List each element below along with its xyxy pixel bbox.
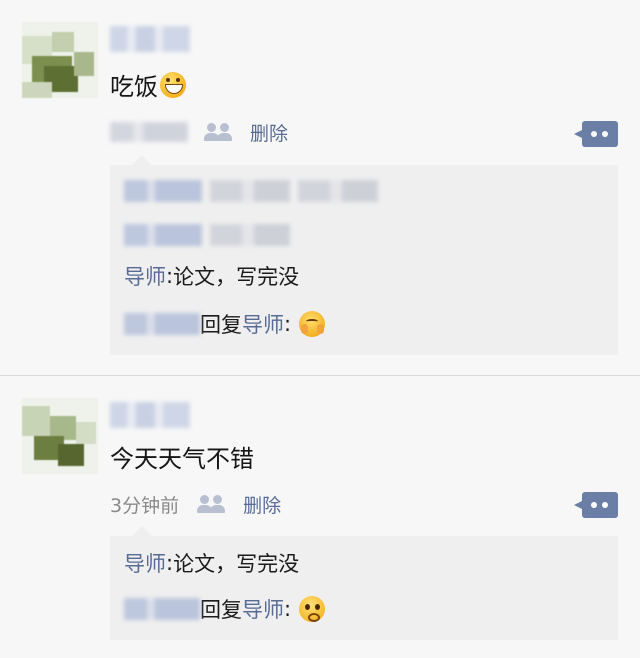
grinning-face-emoji-icon: [160, 72, 186, 98]
comment-item[interactable]: 回复 导师:: [124, 309, 326, 339]
worried-face-emoji-icon: [299, 596, 326, 622]
comment-list: 导师: 论文，写完没 回复 导师:: [110, 155, 618, 355]
avatar[interactable]: [22, 398, 98, 474]
dot-icon: [602, 502, 608, 508]
delete-button[interactable]: 删除: [250, 119, 288, 146]
post-text: 吃饭: [110, 73, 158, 101]
comment-item[interactable]: 导师: 论文，写完没: [124, 261, 299, 291]
moment-post: 吃饭 删除 导师: 论文，写完没 回复 导师:: [0, 0, 640, 375]
comment-text-blurred: [210, 224, 290, 246]
post-meta: 删除: [110, 118, 288, 146]
avatar[interactable]: [22, 22, 98, 98]
delete-button[interactable]: 删除: [243, 491, 281, 518]
author-name-blurred[interactable]: [110, 402, 190, 428]
post-meta: 3分钟前 删除: [110, 490, 281, 518]
post-content: 吃饭: [110, 72, 186, 102]
post-text: 今天天气不错: [110, 445, 254, 473]
commenter-name-blurred: [124, 180, 202, 202]
comment-action-button[interactable]: [574, 121, 618, 147]
comment-item[interactable]: 导师: 论文，写完没: [124, 548, 299, 578]
dot-icon: [602, 131, 608, 137]
dot-icon: [591, 502, 597, 508]
shy-face-emoji-icon: [299, 311, 326, 337]
comment-action-button[interactable]: [574, 492, 618, 518]
post-time-blurred: [110, 122, 188, 142]
comment-list: 导师: 论文，写完没 回复 导师:: [110, 526, 618, 640]
comment-item[interactable]: [124, 176, 378, 206]
moment-post: 今天天气不错 3分钟前 删除 导师: 论文，写完没 回复 导师:: [0, 376, 640, 658]
comment-item[interactable]: 回复 导师:: [124, 594, 326, 624]
post-content: 今天天气不错: [110, 444, 254, 474]
comment-text-blurred: [298, 180, 378, 202]
dot-icon: [591, 131, 597, 137]
comment-item[interactable]: [124, 220, 290, 250]
comment-text: 论文，写完没: [173, 552, 300, 576]
commenter-name-blurred: [124, 598, 200, 620]
reply-target-name[interactable]: 导师: [242, 309, 284, 339]
commenter-name-blurred: [124, 224, 202, 246]
comment-text-blurred: [210, 180, 290, 202]
commenter-name[interactable]: 导师: [124, 548, 166, 578]
post-time: 3分钟前: [110, 494, 180, 517]
friends-icon: [204, 122, 234, 142]
friends-icon: [197, 494, 227, 514]
commenter-name-blurred: [124, 313, 200, 335]
comment-text: 论文，写完没: [173, 265, 300, 289]
reply-target-name[interactable]: 导师: [242, 594, 284, 624]
commenter-name[interactable]: 导师: [124, 261, 166, 291]
author-name-blurred[interactable]: [110, 26, 190, 52]
